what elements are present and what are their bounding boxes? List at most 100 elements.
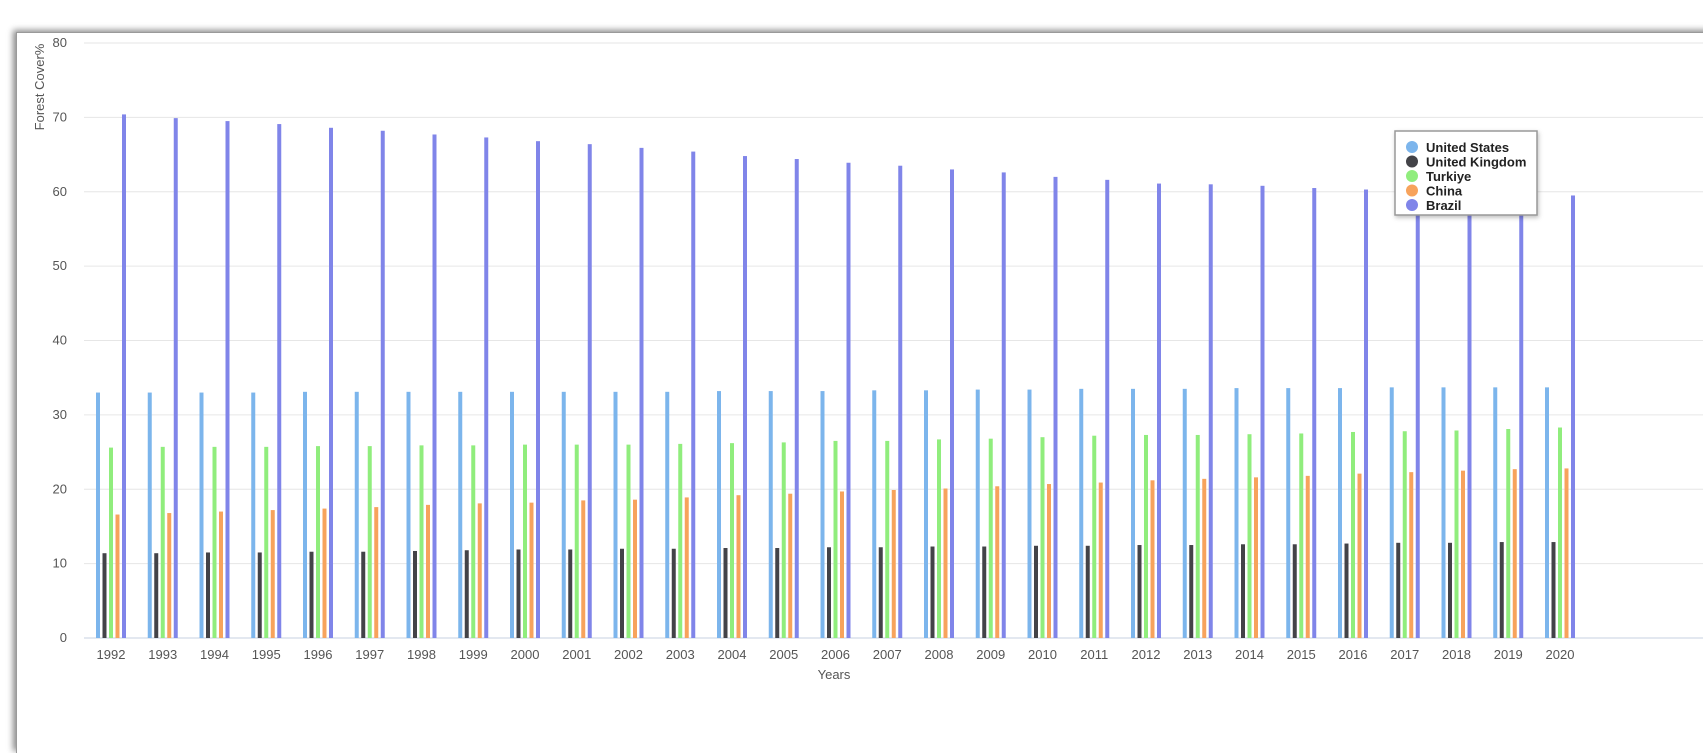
bar-china-1992[interactable] <box>115 514 120 638</box>
bar-united-states-2000[interactable] <box>510 391 514 638</box>
bar-united-states-1995[interactable] <box>251 392 256 638</box>
bar-turkiye-2018[interactable] <box>1454 430 1459 638</box>
bar-turkiye-2004[interactable] <box>730 443 734 638</box>
bar-china-2015[interactable] <box>1305 475 1310 638</box>
bar-china-1993[interactable] <box>167 513 172 638</box>
bar-united-kingdom-1993[interactable] <box>154 553 159 638</box>
bar-china-2002[interactable] <box>633 499 637 638</box>
legend-item-label[interactable]: United Kingdom <box>1426 155 1526 170</box>
bar-united-kingdom-2000[interactable] <box>516 549 521 638</box>
bar-turkiye-2019[interactable] <box>1506 429 1511 638</box>
bar-united-states-1994[interactable] <box>199 392 204 638</box>
bar-brazil-2011[interactable] <box>1105 179 1110 638</box>
bar-brazil-1994[interactable] <box>225 121 230 638</box>
legend-item-label[interactable]: Turkiye <box>1426 169 1471 184</box>
bar-united-states-1997[interactable] <box>354 391 359 638</box>
bar-china-2009[interactable] <box>995 486 1000 638</box>
bar-china-2020[interactable] <box>1564 468 1569 638</box>
bar-china-2003[interactable] <box>684 497 689 638</box>
bar-united-states-2006[interactable] <box>820 391 825 638</box>
bar-china-2018[interactable] <box>1461 470 1465 638</box>
bar-united-states-2011[interactable] <box>1079 388 1084 638</box>
bar-china-2007[interactable] <box>891 489 896 638</box>
bar-china-2008[interactable] <box>943 488 948 638</box>
bar-united-states-2004[interactable] <box>717 391 721 638</box>
bar-united-states-2007[interactable] <box>872 390 877 638</box>
bar-united-states-2002[interactable] <box>613 391 618 638</box>
bar-united-kingdom-2014[interactable] <box>1241 544 1245 638</box>
bar-united-kingdom-2019[interactable] <box>1499 542 1504 638</box>
bar-united-kingdom-2002[interactable] <box>620 548 624 638</box>
bar-turkiye-1996[interactable] <box>316 446 320 638</box>
bar-brazil-2006[interactable] <box>846 162 851 638</box>
bar-united-states-2008[interactable] <box>924 390 928 638</box>
bar-turkiye-2007[interactable] <box>885 440 890 638</box>
bar-brazil-2002[interactable] <box>639 147 644 638</box>
bar-brazil-2014[interactable] <box>1260 185 1265 639</box>
bar-turkiye-2013[interactable] <box>1195 434 1200 638</box>
legend-item-label[interactable]: China <box>1426 184 1463 199</box>
bar-turkiye-2008[interactable] <box>937 439 941 638</box>
bar-united-kingdom-2009[interactable] <box>982 546 987 638</box>
bar-united-states-1999[interactable] <box>458 391 463 638</box>
bar-brazil-1996[interactable] <box>329 127 333 638</box>
bar-brazil-1997[interactable] <box>380 130 385 638</box>
bar-united-states-2005[interactable] <box>768 391 773 638</box>
bar-china-2016[interactable] <box>1357 473 1362 638</box>
bar-brazil-1993[interactable] <box>173 118 178 638</box>
bar-china-2004[interactable] <box>736 495 741 638</box>
legend-item-label[interactable]: Brazil <box>1426 198 1461 213</box>
bar-turkiye-2009[interactable] <box>988 438 993 638</box>
bar-united-states-1998[interactable] <box>406 391 411 638</box>
bar-turkiye-1999[interactable] <box>471 445 476 638</box>
bar-china-2017[interactable] <box>1409 472 1414 638</box>
bar-united-kingdom-2013[interactable] <box>1189 545 1194 638</box>
bar-brazil-2000[interactable] <box>536 141 540 639</box>
bar-turkiye-2000[interactable] <box>523 444 527 638</box>
bar-united-kingdom-2001[interactable] <box>568 549 573 638</box>
bar-china-2014[interactable] <box>1254 477 1258 638</box>
bar-brazil-2008[interactable] <box>950 169 954 638</box>
bar-united-states-2014[interactable] <box>1234 388 1239 638</box>
bar-china-2005[interactable] <box>788 493 793 638</box>
bar-turkiye-2001[interactable] <box>574 444 579 638</box>
bar-brazil-2020[interactable] <box>1571 195 1575 638</box>
bar-brazil-2004[interactable] <box>743 156 747 639</box>
bar-united-states-2013[interactable] <box>1182 388 1187 638</box>
bar-united-kingdom-1995[interactable] <box>257 552 262 638</box>
bar-china-1994[interactable] <box>219 511 223 638</box>
bar-united-kingdom-2020[interactable] <box>1551 542 1556 638</box>
bar-china-1999[interactable] <box>477 503 482 638</box>
bar-brazil-1992[interactable] <box>122 114 126 638</box>
bar-brazil-2019[interactable] <box>1519 194 1524 638</box>
legend-item-label[interactable]: United States <box>1426 140 1509 155</box>
bar-turkiye-2012[interactable] <box>1144 434 1148 638</box>
bar-turkiye-1997[interactable] <box>367 446 372 638</box>
bar-turkiye-2015[interactable] <box>1299 433 1304 638</box>
bar-united-states-1992[interactable] <box>96 392 100 638</box>
bar-brazil-2007[interactable] <box>898 165 903 638</box>
bar-united-kingdom-1994[interactable] <box>206 552 210 638</box>
bar-united-kingdom-2008[interactable] <box>930 546 935 638</box>
bar-brazil-1998[interactable] <box>432 134 437 638</box>
bar-china-2011[interactable] <box>1098 482 1103 638</box>
bar-china-2019[interactable] <box>1512 469 1517 638</box>
bar-turkiye-2002[interactable] <box>626 444 631 638</box>
bar-brazil-2013[interactable] <box>1208 184 1213 638</box>
bar-united-kingdom-1998[interactable] <box>413 550 417 638</box>
bar-brazil-2005[interactable] <box>794 159 799 638</box>
bar-turkiye-1998[interactable] <box>419 445 424 638</box>
bar-china-2000[interactable] <box>529 502 534 638</box>
bar-united-kingdom-2007[interactable] <box>878 547 883 638</box>
bar-brazil-1999[interactable] <box>484 137 489 639</box>
bar-turkiye-1994[interactable] <box>212 446 217 638</box>
bar-china-2012[interactable] <box>1150 480 1155 638</box>
bar-brazil-2010[interactable] <box>1053 176 1058 638</box>
bar-brazil-2015[interactable] <box>1312 188 1317 638</box>
bar-united-states-2009[interactable] <box>975 389 980 638</box>
bar-turkiye-2017[interactable] <box>1402 431 1407 638</box>
bar-brazil-2009[interactable] <box>1001 172 1006 638</box>
bar-china-1998[interactable] <box>426 504 430 638</box>
bar-turkiye-2003[interactable] <box>678 443 683 638</box>
bar-china-2001[interactable] <box>581 500 586 638</box>
